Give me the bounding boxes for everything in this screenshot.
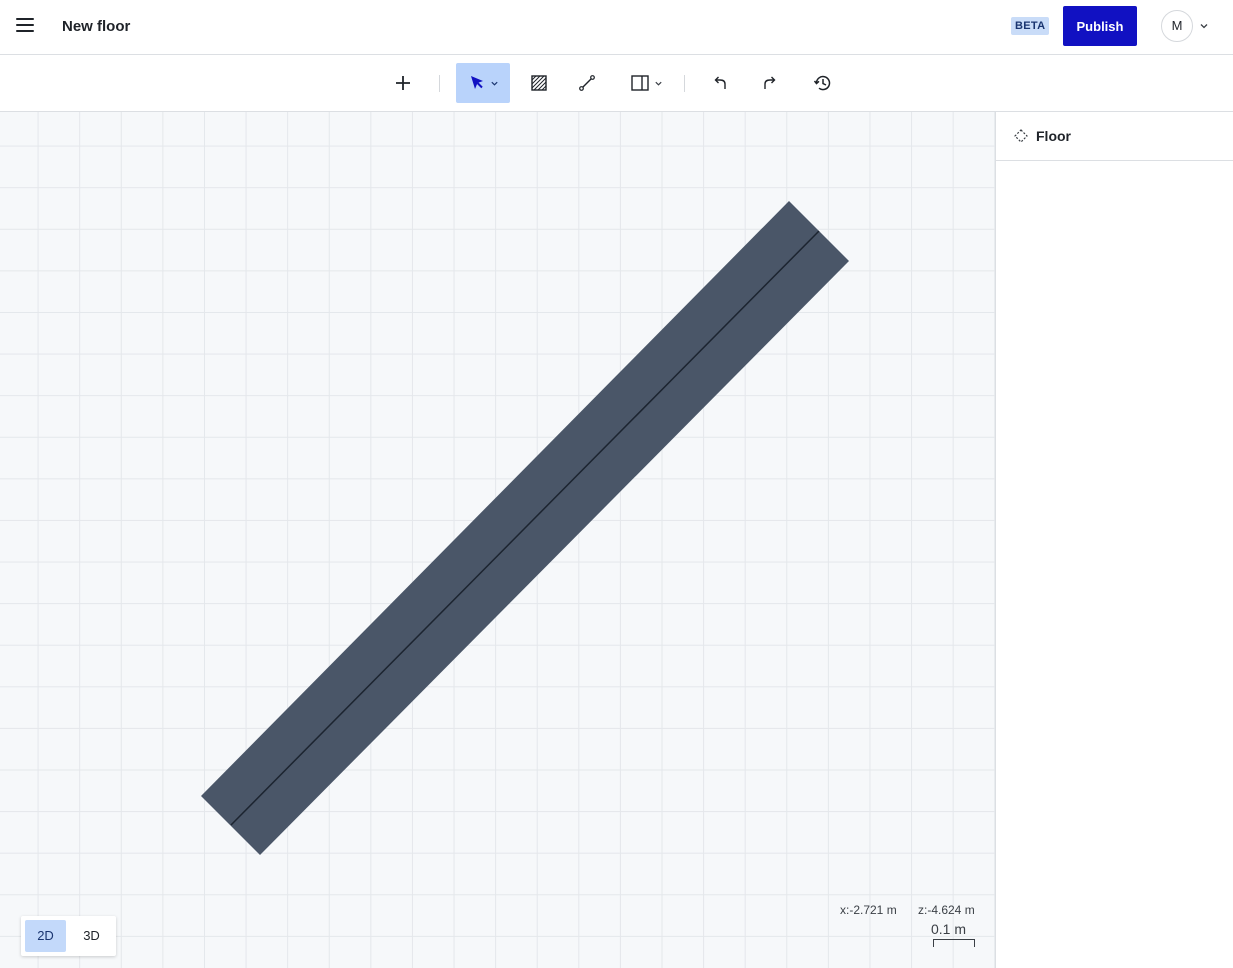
hamburger-menu-icon[interactable] <box>14 16 36 36</box>
view-2d-button[interactable]: 2D <box>25 920 66 952</box>
scale-bar <box>933 939 975 947</box>
scale-label: 0.1 m <box>931 921 967 937</box>
chevron-down-icon[interactable] <box>1199 21 1209 31</box>
beta-badge: BETA <box>1011 17 1050 35</box>
history-clock-icon <box>813 75 831 91</box>
area-tool-button[interactable] <box>524 63 554 103</box>
cursor-arrow-icon <box>470 76 483 89</box>
redo-button[interactable] <box>754 63 784 103</box>
wall-drawing <box>201 201 849 855</box>
view-3d-button[interactable]: 3D <box>71 920 112 952</box>
add-button[interactable] <box>388 63 418 103</box>
wall-tool-button[interactable] <box>624 63 668 103</box>
chevron-down-icon[interactable] <box>490 79 499 88</box>
coordinate-z-readout: z:-4.624 m <box>918 903 975 917</box>
wall-centerline <box>230 230 820 826</box>
editor-toolbar <box>0 55 1233 112</box>
top-header: New floor BETA Publish M <box>0 0 1233 55</box>
floor-dashed-diamond-icon <box>1014 129 1028 143</box>
line-segment-icon <box>579 75 595 91</box>
page-title[interactable]: New floor <box>62 18 130 35</box>
toolbar-divider <box>439 75 440 92</box>
redo-icon <box>764 76 776 89</box>
plus-icon <box>396 76 410 90</box>
undo-icon <box>714 76 726 89</box>
toolbar-divider <box>684 75 685 92</box>
hatched-area-icon <box>531 75 547 91</box>
floor-plan-canvas[interactable]: 2D 3D x:-2.721 m z:-4.624 m 0.1 m <box>0 112 995 968</box>
wall-panel-icon <box>630 75 649 91</box>
select-tool-button[interactable] <box>456 63 510 103</box>
panel-title: Floor <box>1036 128 1071 144</box>
properties-panel: Floor <box>995 112 1233 968</box>
undo-button[interactable] <box>706 63 736 103</box>
panel-header: Floor <box>996 112 1233 161</box>
coordinate-x-readout: x:-2.721 m <box>840 903 897 917</box>
view-mode-toggle: 2D 3D <box>21 916 116 956</box>
publish-button[interactable]: Publish <box>1063 6 1137 46</box>
chevron-down-icon[interactable] <box>654 79 663 88</box>
avatar[interactable]: M <box>1161 10 1193 42</box>
history-button[interactable] <box>807 63 839 103</box>
line-tool-button[interactable] <box>572 63 602 103</box>
